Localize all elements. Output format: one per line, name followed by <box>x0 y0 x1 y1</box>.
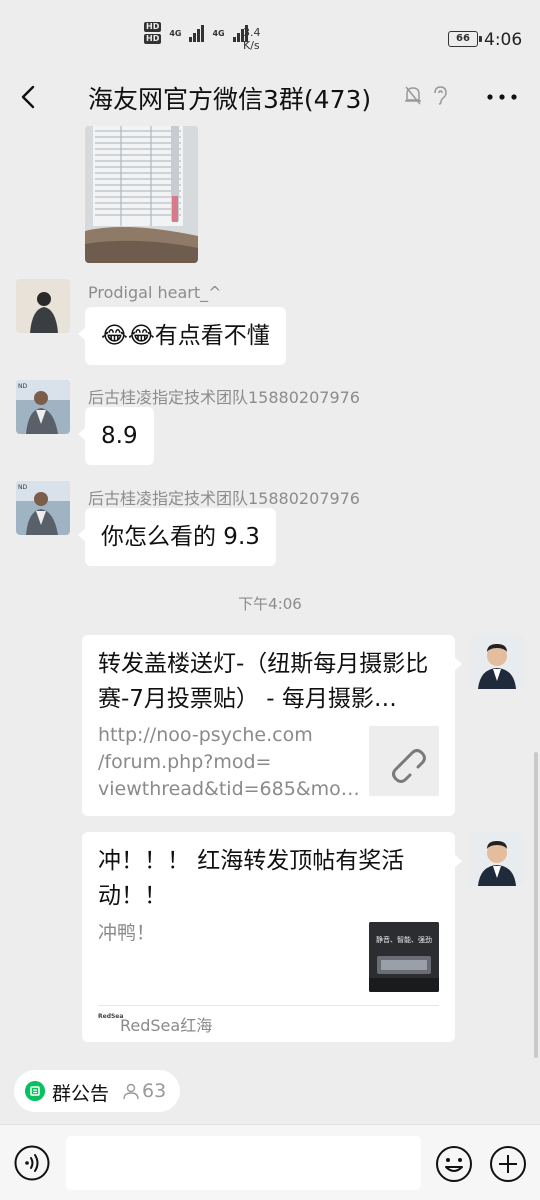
user-avatar-prodigal <box>16 279 70 333</box>
message-input[interactable] <box>66 1136 421 1190</box>
image-message[interactable] <box>85 126 198 263</box>
group-notice-label: 群公告 <box>52 1083 110 1105</box>
link-thumbnail <box>369 726 439 796</box>
article-thumbnail-text: 静音、智能、强劲 <box>376 935 432 944</box>
person-icon <box>123 1083 139 1100</box>
article-card[interactable]: 冲！！！ 红海转发顶帖有奖活动！！ 冲鸭！ 静音、智能、强劲 RedSea Re… <box>82 832 462 1042</box>
notice-icon <box>25 1081 45 1101</box>
mute-bell-icon <box>405 86 421 105</box>
battery-icon: 66 <box>448 31 482 47</box>
emoji-icon[interactable] <box>435 1145 473 1183</box>
article-thumbnail: 静音、智能、强劲 <box>369 922 439 992</box>
back-arrow-icon[interactable] <box>14 82 44 112</box>
product-image: 静音、智能、强劲 <box>369 922 439 992</box>
chat-header: 海友网官方微信3群(473) <box>0 70 540 126</box>
chat-title: 海友网官方微信3群(473) <box>88 85 372 114</box>
link-card-url: http://noo-psyche.com /forum.php?mod= vi… <box>98 724 360 800</box>
svg-text:ND: ND <box>18 484 27 491</box>
chat-area[interactable]: Prodigal heart_^ 😂😂有点看不懂 ND 后古桂凌指定技术团队15… <box>0 126 540 1058</box>
network-speed: 3.4 K/s <box>243 26 261 52</box>
article-card-desc: 冲鸭！ <box>98 922 156 944</box>
speed-unit: K/s <box>243 39 260 52</box>
status-bar: HD HD 4G 4G 3.4 K/s 66 4:06 <box>0 0 540 80</box>
more-options-icon[interactable] <box>484 84 520 110</box>
chat-scrollbar[interactable] <box>534 752 538 1058</box>
svg-text:ND: ND <box>18 383 27 390</box>
network-type-b: 4G <box>212 28 225 38</box>
avatar[interactable] <box>470 635 524 689</box>
plus-icon[interactable] <box>489 1145 527 1183</box>
signal-indicators: HD HD 4G 4G <box>144 22 248 44</box>
message-bubble[interactable]: 你怎么看的 9.3 <box>78 508 276 566</box>
avatar[interactable] <box>16 279 70 333</box>
message-bubble[interactable]: 😂😂有点看不懂 <box>78 307 286 365</box>
time-separator: 下午4:06 <box>238 595 302 613</box>
sender-name: 后古桂凌指定技术团队15880207976 <box>88 489 360 508</box>
group-notice-chip[interactable]: 群公告 63 <box>14 1070 180 1112</box>
my-avatar <box>470 635 524 689</box>
photo-thumbnail <box>85 126 198 263</box>
link-card-title: 转发盖楼送灯-（纽斯每月摄影比赛-7月投票贴） - 每月摄影… <box>98 651 429 712</box>
input-bar <box>0 1124 540 1200</box>
user-avatar-tech-team: ND <box>16 481 70 535</box>
my-avatar <box>470 832 524 886</box>
hd-badge-top: HD <box>144 22 162 32</box>
avatar[interactable]: ND <box>16 481 70 535</box>
article-card-title: 冲！！！ 红海转发顶帖有奖活动！！ <box>98 848 405 909</box>
speed-value: 3.4 <box>243 26 261 39</box>
card-divider <box>98 1005 439 1006</box>
network-type-a: 4G <box>169 28 182 38</box>
article-source: RedSea红海 <box>120 1016 213 1035</box>
voice-input-icon[interactable] <box>14 1145 50 1181</box>
sender-name: 后古桂凌指定技术团队15880207976 <box>88 388 360 407</box>
signal-bars-icon <box>189 24 205 42</box>
earpiece-mode-icon <box>434 86 447 105</box>
user-avatar-tech-team: ND <box>16 380 70 434</box>
avatar[interactable] <box>470 832 524 886</box>
avatar[interactable]: ND <box>16 380 70 434</box>
member-count: 63 <box>142 1080 167 1102</box>
status-time: 4:06 <box>484 30 523 50</box>
link-card[interactable]: 转发盖楼送灯-（纽斯每月摄影比赛-7月投票贴） - 每月摄影… http://n… <box>82 635 462 816</box>
message-bubble[interactable]: 8.9 <box>78 407 154 465</box>
sender-name: Prodigal heart_^ <box>88 283 222 302</box>
hd-badge-bottom: HD <box>144 34 162 44</box>
link-icon <box>392 749 426 783</box>
hd-badges: HD HD <box>144 22 162 44</box>
